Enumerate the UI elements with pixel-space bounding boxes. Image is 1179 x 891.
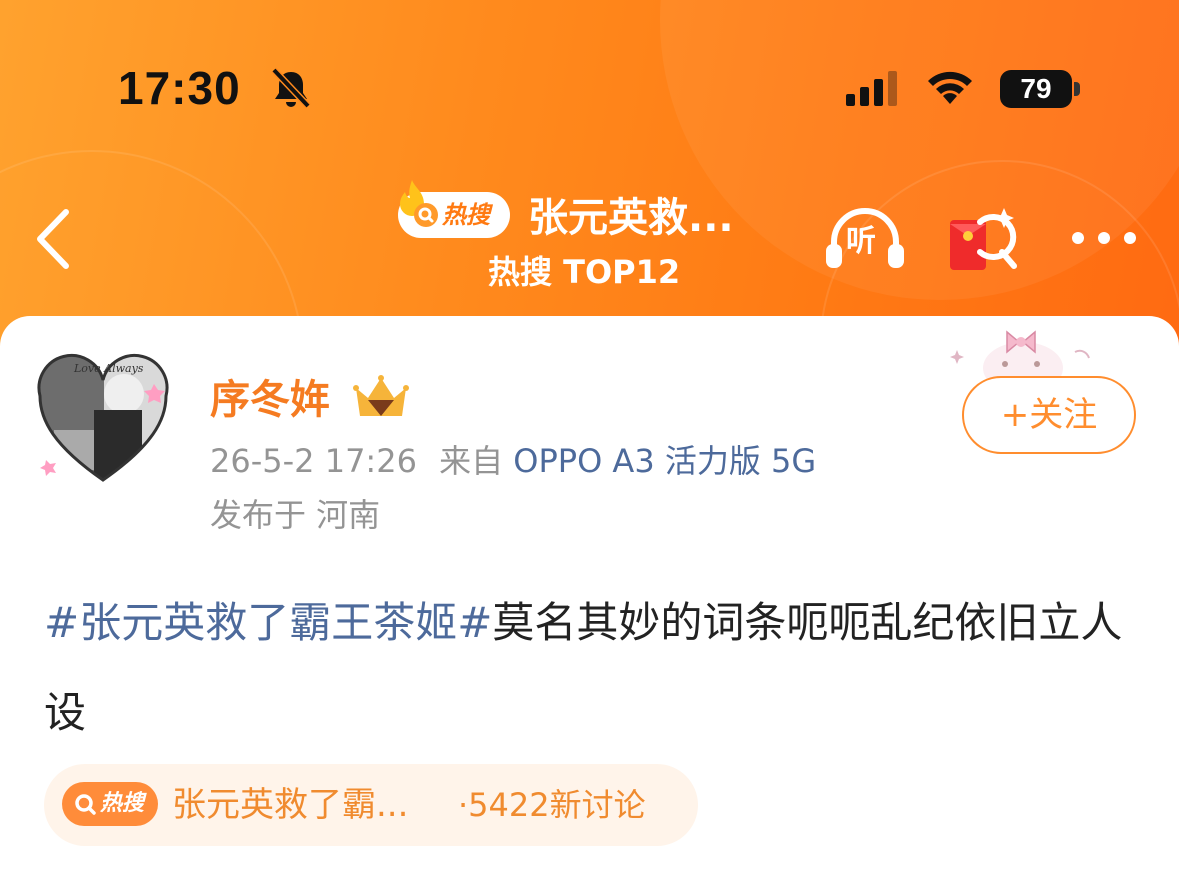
crown-badge-icon <box>353 375 409 416</box>
svg-text:Love Always: Love Always <box>73 362 144 375</box>
hot-badge-label: 热搜 <box>442 201 490 229</box>
page-subtitle: 热搜 TOP12 <box>488 253 681 291</box>
chip-badge-label: 热搜 <box>100 791 145 816</box>
source-device[interactable]: OPPO A3 活力版 5G <box>513 442 816 480</box>
red-envelope-search-icon[interactable] <box>946 204 1020 274</box>
status-time: 17:30 <box>118 62 241 114</box>
battery-cap <box>1074 82 1080 96</box>
post-body: #张元英救了霸王茶姬#莫名其妙的词条呃呃乱纪依旧立人设 <box>44 578 1144 758</box>
more-icon[interactable] <box>1068 228 1140 248</box>
chip-hot-badge: 热搜 <box>62 782 158 826</box>
chip-discussion-count: ·5422新讨论 <box>458 786 646 824</box>
cellular-signal-icon <box>846 71 897 106</box>
chip-title: 张元英救了霸... <box>172 785 409 825</box>
username[interactable]: 序冬姩 <box>210 370 330 430</box>
avatar[interactable]: Love Always <box>34 350 172 488</box>
post-meta: 26-5-2 17:26 来自 OPPO A3 活力版 5G <box>210 438 816 484</box>
headphones-listen-icon[interactable]: 听 <box>824 208 906 270</box>
battery-level: 79 <box>1000 70 1072 108</box>
search-icon <box>414 203 438 227</box>
topic-link[interactable]: #张元英救了霸王茶姬# <box>44 598 492 647</box>
bell-muted-icon <box>271 67 311 109</box>
battery-icon: 79 <box>1000 70 1082 108</box>
follow-button[interactable]: +关注 <box>962 376 1136 454</box>
post-location: 发布于 河南 <box>210 496 381 534</box>
wifi-icon <box>928 71 972 104</box>
hot-search-badge[interactable]: 热搜 <box>398 180 510 238</box>
back-arrow-icon[interactable] <box>32 208 76 270</box>
source-prefix: 来自 <box>439 442 504 480</box>
post-timestamp: 26-5-2 17:26 <box>210 442 417 480</box>
hot-search-chip[interactable]: 热搜 张元英救了霸... ·5422新讨论 <box>44 764 698 846</box>
page-title: 张元英救... <box>528 195 734 241</box>
search-icon <box>75 794 96 815</box>
listen-label: 听 <box>846 224 876 259</box>
